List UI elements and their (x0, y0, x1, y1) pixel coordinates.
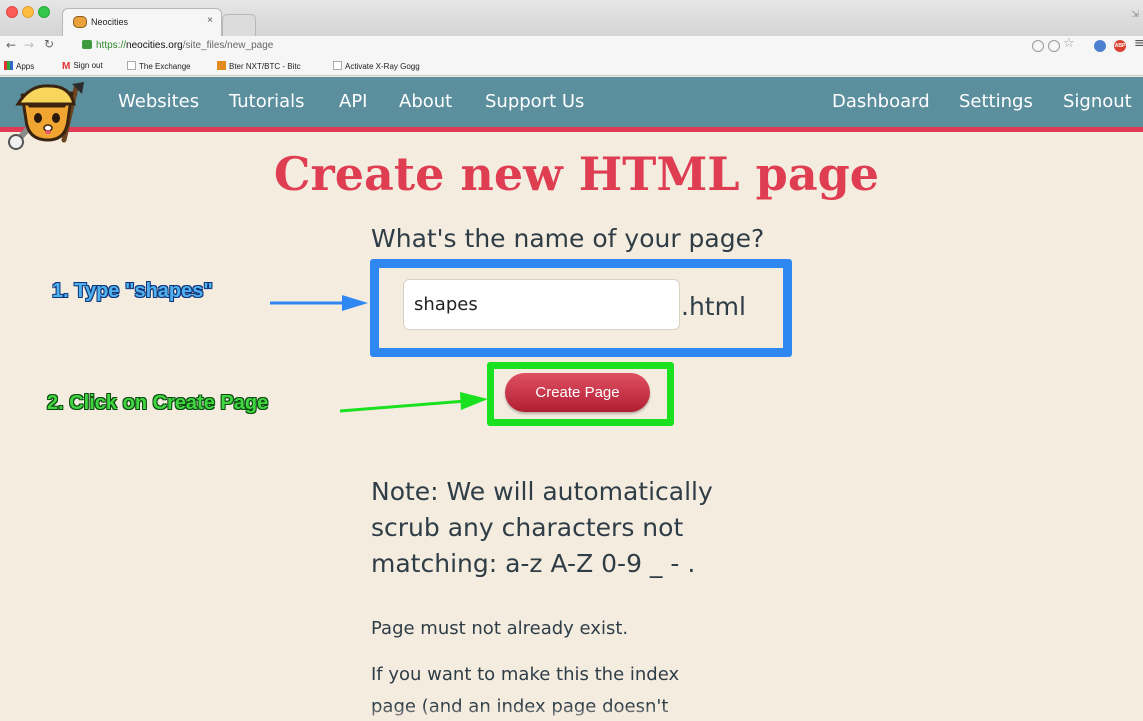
zoom-icon[interactable] (1048, 40, 1060, 52)
minimize-window-button[interactable] (22, 6, 34, 18)
note-text: Note: We will automatically scrub any ch… (371, 477, 713, 578)
gmail-icon: M (62, 61, 71, 72)
star-icon[interactable]: ☆ (1063, 36, 1075, 51)
close-window-button[interactable] (6, 6, 18, 18)
bookmark-the-exchange[interactable]: The Exchange (127, 61, 191, 71)
back-icon[interactable]: ← (6, 38, 16, 52)
browser-tab[interactable]: Neocities × (62, 8, 222, 36)
nav-websites[interactable]: Websites (118, 91, 199, 112)
bookmark-bter[interactable]: Bter NXT/BTC - Bitc (217, 61, 301, 71)
page-name-input[interactable] (403, 279, 680, 330)
bottom-fade (0, 705, 1143, 721)
zoom-window-button[interactable] (38, 6, 50, 18)
nav-tutorials[interactable]: Tutorials (229, 91, 305, 112)
bookmark-sign-out[interactable]: M Sign out (62, 61, 103, 72)
neocities-favicon-icon (73, 16, 87, 28)
step2-arrow-icon (340, 392, 488, 413)
window-resize-icon: ⇲ (1131, 10, 1139, 20)
page-icon (333, 61, 342, 70)
adblock-icon[interactable]: ABP (1114, 40, 1126, 52)
forward-icon[interactable]: → (24, 38, 34, 52)
page-name-question: What's the name of your page? (371, 224, 765, 253)
nav-dashboard[interactable]: Dashboard (832, 91, 930, 112)
reload-icon[interactable]: ↻ (44, 37, 54, 51)
bookmark-xray-goggles[interactable]: Activate X-Ray Gogg (333, 61, 420, 71)
shield-icon[interactable] (1032, 40, 1044, 52)
header-stripe (0, 127, 1143, 132)
step1-arrow-icon (270, 295, 368, 311)
create-page-button[interactable]: Create Page (505, 373, 650, 412)
browser-toolbar: ← → ↻ https://neocities.org/site_files/n… (0, 36, 1143, 56)
nav-api[interactable]: API (339, 91, 367, 112)
neocities-cat-logo-icon[interactable] (4, 80, 96, 152)
tab-close-icon[interactable]: × (207, 15, 213, 26)
address-bar[interactable]: https://neocities.org/site_files/new_pag… (82, 38, 1092, 54)
bookmarks-bar: Apps M Sign out The Exchange Bter NXT/BTC… (0, 56, 1143, 76)
url-scheme: https:// (96, 40, 127, 51)
browser-titlebar: Neocities × ⇲ (0, 0, 1143, 36)
step2-annotation: 2. Click on Create Page (47, 392, 269, 414)
apps-grid-icon (4, 61, 13, 70)
bter-icon (217, 61, 226, 70)
step1-annotation: 1. Type "shapes" (52, 280, 213, 302)
index-note-line1: If you want to make this the index (371, 664, 680, 685)
nav-signout[interactable]: Signout (1063, 91, 1132, 112)
globe-icon[interactable] (1094, 40, 1106, 52)
tab-title: Neocities (91, 17, 129, 27)
lock-icon (82, 40, 92, 49)
bookmark-apps[interactable]: Apps (4, 61, 34, 71)
html-extension-label: .html (681, 292, 746, 321)
nav-settings[interactable]: Settings (959, 91, 1033, 112)
url-host: neocities.org (126, 40, 183, 51)
must-not-exist-text: Page must not already exist. (371, 618, 629, 639)
page-icon (127, 61, 136, 70)
new-tab-button[interactable] (222, 14, 256, 36)
page-title: Create new HTML page (273, 147, 880, 201)
nav-about[interactable]: About (399, 91, 452, 112)
nav-support-us[interactable]: Support Us (485, 91, 584, 112)
url-path: /site_files/new_page (182, 40, 274, 51)
menu-icon[interactable]: ≡ (1134, 36, 1143, 51)
